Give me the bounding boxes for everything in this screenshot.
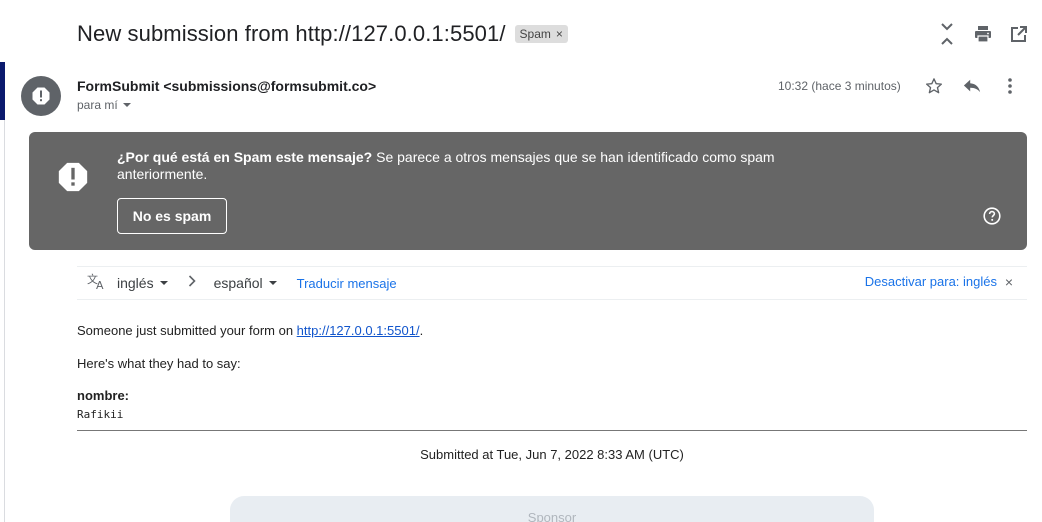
header-actions — [925, 74, 1019, 98]
recipient-label: para mí — [77, 98, 118, 112]
open-in-new-window-icon[interactable] — [1010, 22, 1028, 46]
left-edge — [0, 0, 5, 522]
collapse-icon[interactable] — [938, 22, 956, 46]
sender-name[interactable]: FormSubmit <submissions@formsubmit.co> — [77, 78, 376, 94]
target-language-select[interactable]: español — [214, 275, 277, 291]
spam-label-chip[interactable]: Spam × — [514, 25, 568, 43]
message-line: Here's what they had to say: — [77, 356, 241, 371]
caret-down-icon — [122, 103, 131, 107]
spam-explanation: ¿Por qué está en Spam este mensaje? Se p… — [117, 149, 817, 183]
sender-avatar[interactable] — [21, 76, 61, 116]
more-vert-icon[interactable] — [1001, 74, 1019, 98]
sponsor-label: Sponsor — [527, 510, 577, 522]
spam-question: ¿Por qué está en Spam este mensaje? — [117, 149, 373, 165]
spam-label-text: Spam — [519, 27, 551, 41]
field-value: Rafikii — [77, 408, 124, 421]
divider — [77, 430, 1027, 431]
translate-bar: 文A inglés español Traducir mensaje Desac… — [77, 266, 1027, 300]
message-intro-text: Someone just submitted your form on — [77, 323, 297, 338]
target-language-label: español — [213, 275, 263, 291]
warning-octagon-icon — [58, 162, 88, 197]
email-subject-row: New submission from http://127.0.0.1:550… — [77, 18, 568, 50]
caret-down-icon — [268, 281, 277, 285]
reply-icon[interactable] — [963, 74, 981, 98]
top-actions — [938, 22, 1028, 46]
message-intro-period: . — [419, 323, 424, 338]
close-icon[interactable]: × — [1005, 274, 1013, 290]
translate-message-link[interactable]: Traducir mensaje — [297, 276, 397, 291]
field-label: nombre: — [77, 388, 129, 403]
email-timestamp: 10:32 (hace 3 minutos) — [778, 79, 901, 93]
svg-text:A: A — [96, 279, 104, 290]
chevron-right-icon — [188, 274, 196, 292]
message-intro: Someone just submitted your form on http… — [77, 323, 423, 338]
star-icon[interactable] — [925, 74, 943, 98]
print-icon[interactable] — [974, 22, 992, 46]
warning-octagon-icon — [32, 87, 50, 105]
left-edge-accent — [0, 62, 5, 120]
remove-label-icon[interactable]: × — [556, 27, 563, 41]
disable-translation-link[interactable]: Desactivar para: inglés — [865, 274, 997, 289]
help-icon[interactable] — [983, 207, 1001, 230]
spam-warning-banner: ¿Por qué está en Spam este mensaje? Se p… — [29, 132, 1027, 250]
caret-down-icon — [159, 281, 168, 285]
recipient-details[interactable]: para mí — [77, 98, 131, 112]
source-language-select[interactable]: inglés — [117, 275, 168, 291]
source-language-label: inglés — [117, 275, 154, 291]
not-spam-button[interactable]: No es spam — [117, 198, 227, 234]
form-url-link[interactable]: http://127.0.0.1:5501/ — [297, 323, 420, 338]
translate-icon: 文A — [87, 272, 107, 295]
email-subject: New submission from http://127.0.0.1:550… — [77, 21, 506, 46]
sponsor-box[interactable]: Sponsor — [230, 496, 874, 522]
submitted-timestamp: Submitted at Tue, Jun 7, 2022 8:33 AM (U… — [420, 447, 684, 462]
